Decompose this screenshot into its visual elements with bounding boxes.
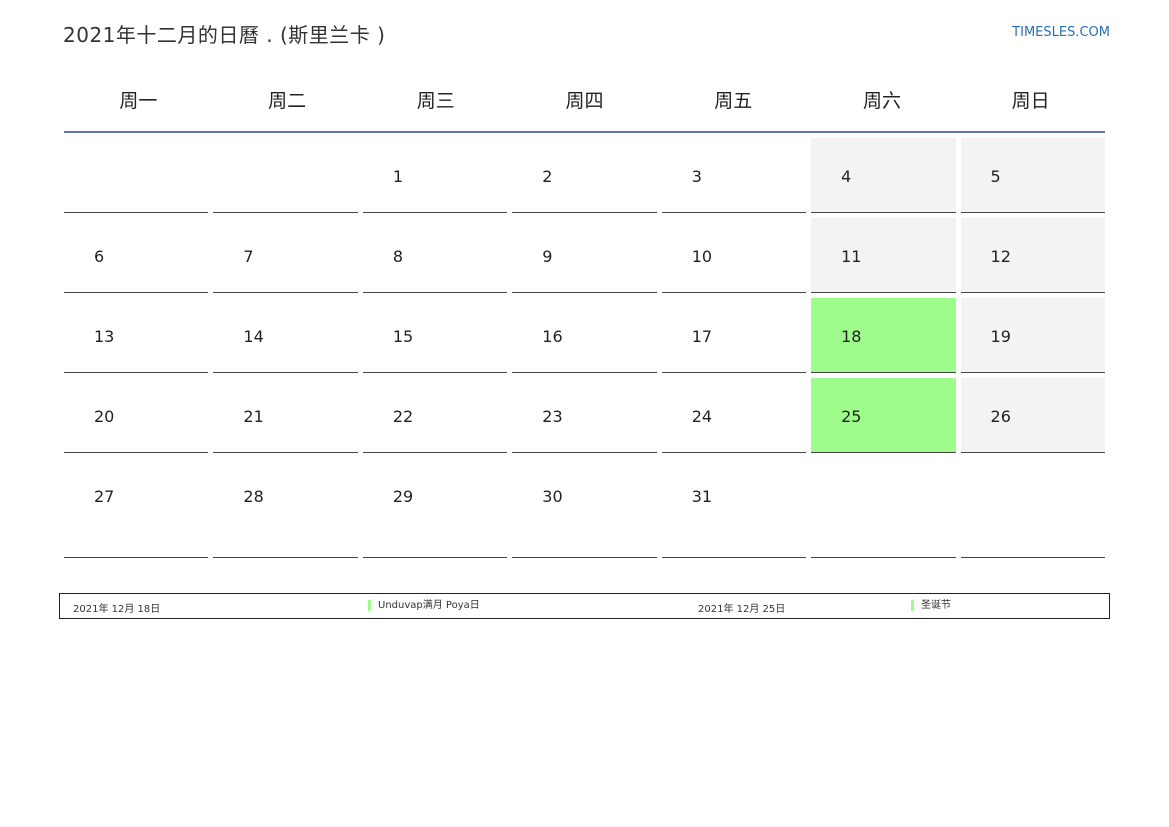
day-cell: 6 [64, 218, 209, 293]
day-number: 24 [691, 407, 713, 426]
calendar-week-1: 1 2 3 4 5 [64, 138, 1105, 213]
holiday-name: Unduvap满月 Poya日 [368, 600, 480, 611]
day-cell: 1 [362, 138, 508, 213]
day-number: 7 [243, 247, 254, 266]
day-cell: 8 [362, 218, 508, 293]
day-number: 2 [542, 167, 553, 186]
day-number: 27 [94, 487, 115, 506]
day-number: 29 [392, 487, 414, 506]
day-cell-empty [811, 458, 956, 558]
day-number: 28 [243, 487, 264, 506]
day-cell-weekend: 5 [960, 138, 1105, 213]
day-cell [213, 138, 358, 213]
day-cell-weekend: 26 [960, 378, 1105, 453]
day-number: 19 [990, 327, 1011, 346]
calendar-week-5: 27 28 29 30 31 [64, 458, 1105, 558]
calendar-title: 2021年十二月的日曆 . (斯里兰卡 ) [63, 23, 386, 47]
day-number: 31 [691, 487, 713, 506]
day-cell: 2 [512, 138, 657, 213]
day-number: 20 [94, 407, 115, 426]
day-cell: 21 [213, 378, 358, 453]
weekday-wed: 周三 [416, 90, 455, 112]
day-cell: 27 [64, 458, 209, 558]
day-cell: 3 [661, 138, 807, 213]
day-number: 26 [990, 407, 1011, 426]
day-number: 3 [691, 167, 702, 186]
day-cell: 14 [213, 298, 358, 373]
day-number: 21 [243, 407, 264, 426]
calendar-week-4: 20 21 22 23 24 25 26 [64, 378, 1105, 453]
day-number: 10 [691, 247, 713, 266]
day-cell-holiday: 18 [811, 298, 956, 373]
day-cell [64, 138, 209, 213]
day-number: 30 [542, 487, 563, 506]
holiday-date: 2021年 12月 18日 [73, 604, 161, 615]
day-cell-weekend: 4 [811, 138, 956, 213]
day-cell: 16 [512, 298, 657, 373]
day-cell-weekend: 11 [811, 218, 956, 293]
calendar-week-2: 6 7 8 9 10 11 12 [64, 218, 1105, 293]
day-cell-weekend: 12 [960, 218, 1105, 293]
holiday-date: 2021年 12月 25日 [698, 604, 786, 615]
calendar-grid: 1 2 3 4 5 6 7 8 9 10 11 12 13 14 15 16 1… [64, 138, 1105, 563]
day-number: 5 [990, 167, 1001, 186]
day-number: 16 [542, 327, 563, 346]
day-number: 14 [243, 327, 264, 346]
day-cell: 31 [661, 458, 807, 558]
day-cell: 28 [213, 458, 358, 558]
day-cell: 30 [512, 458, 657, 558]
day-cell: 20 [64, 378, 209, 453]
weekday-header-row: 周一 周二 周三 周四 周五 周六 周日 [64, 84, 1105, 133]
day-cell: 29 [362, 458, 508, 558]
weekday-sun: 周日 [1011, 90, 1050, 112]
day-number: 1 [392, 167, 404, 186]
day-cell: 9 [512, 218, 657, 293]
day-number: 13 [94, 327, 115, 346]
weekday-sat: 周六 [862, 90, 901, 112]
day-cell: 13 [64, 298, 209, 373]
day-number: 9 [542, 247, 553, 266]
day-number: 11 [841, 247, 862, 266]
day-cell: 15 [362, 298, 508, 373]
day-number: 8 [392, 247, 404, 266]
day-cell: 24 [661, 378, 807, 453]
day-cell: 23 [512, 378, 657, 453]
holiday-name: 圣诞节 [911, 600, 951, 611]
weekday-fri: 周五 [714, 90, 753, 112]
day-cell: 7 [213, 218, 358, 293]
day-number: 25 [841, 407, 862, 426]
day-number: 6 [94, 247, 105, 266]
day-cell-holiday: 25 [811, 378, 956, 453]
day-cell-empty [960, 458, 1105, 558]
day-number: 18 [841, 327, 862, 346]
weekday-mon: 周一 [119, 90, 158, 112]
site-link[interactable]: TIMESLES.COM [1012, 25, 1110, 40]
weekday-thu: 周四 [565, 90, 604, 112]
day-cell: 22 [362, 378, 508, 453]
day-cell: 10 [661, 218, 807, 293]
holiday-legend: 2021年 12月 18日 Unduvap满月 Poya日 2021年 12月 … [59, 593, 1110, 619]
day-cell-weekend: 19 [960, 298, 1105, 373]
day-number: 23 [542, 407, 563, 426]
day-number: 22 [392, 407, 414, 426]
calendar-week-3: 13 14 15 16 17 18 19 [64, 298, 1105, 373]
day-number: 12 [990, 247, 1011, 266]
day-number: 15 [392, 327, 414, 346]
day-number: 4 [841, 167, 852, 186]
day-number: 17 [691, 327, 713, 346]
weekday-tue: 周二 [268, 90, 307, 112]
day-cell: 17 [661, 298, 807, 373]
